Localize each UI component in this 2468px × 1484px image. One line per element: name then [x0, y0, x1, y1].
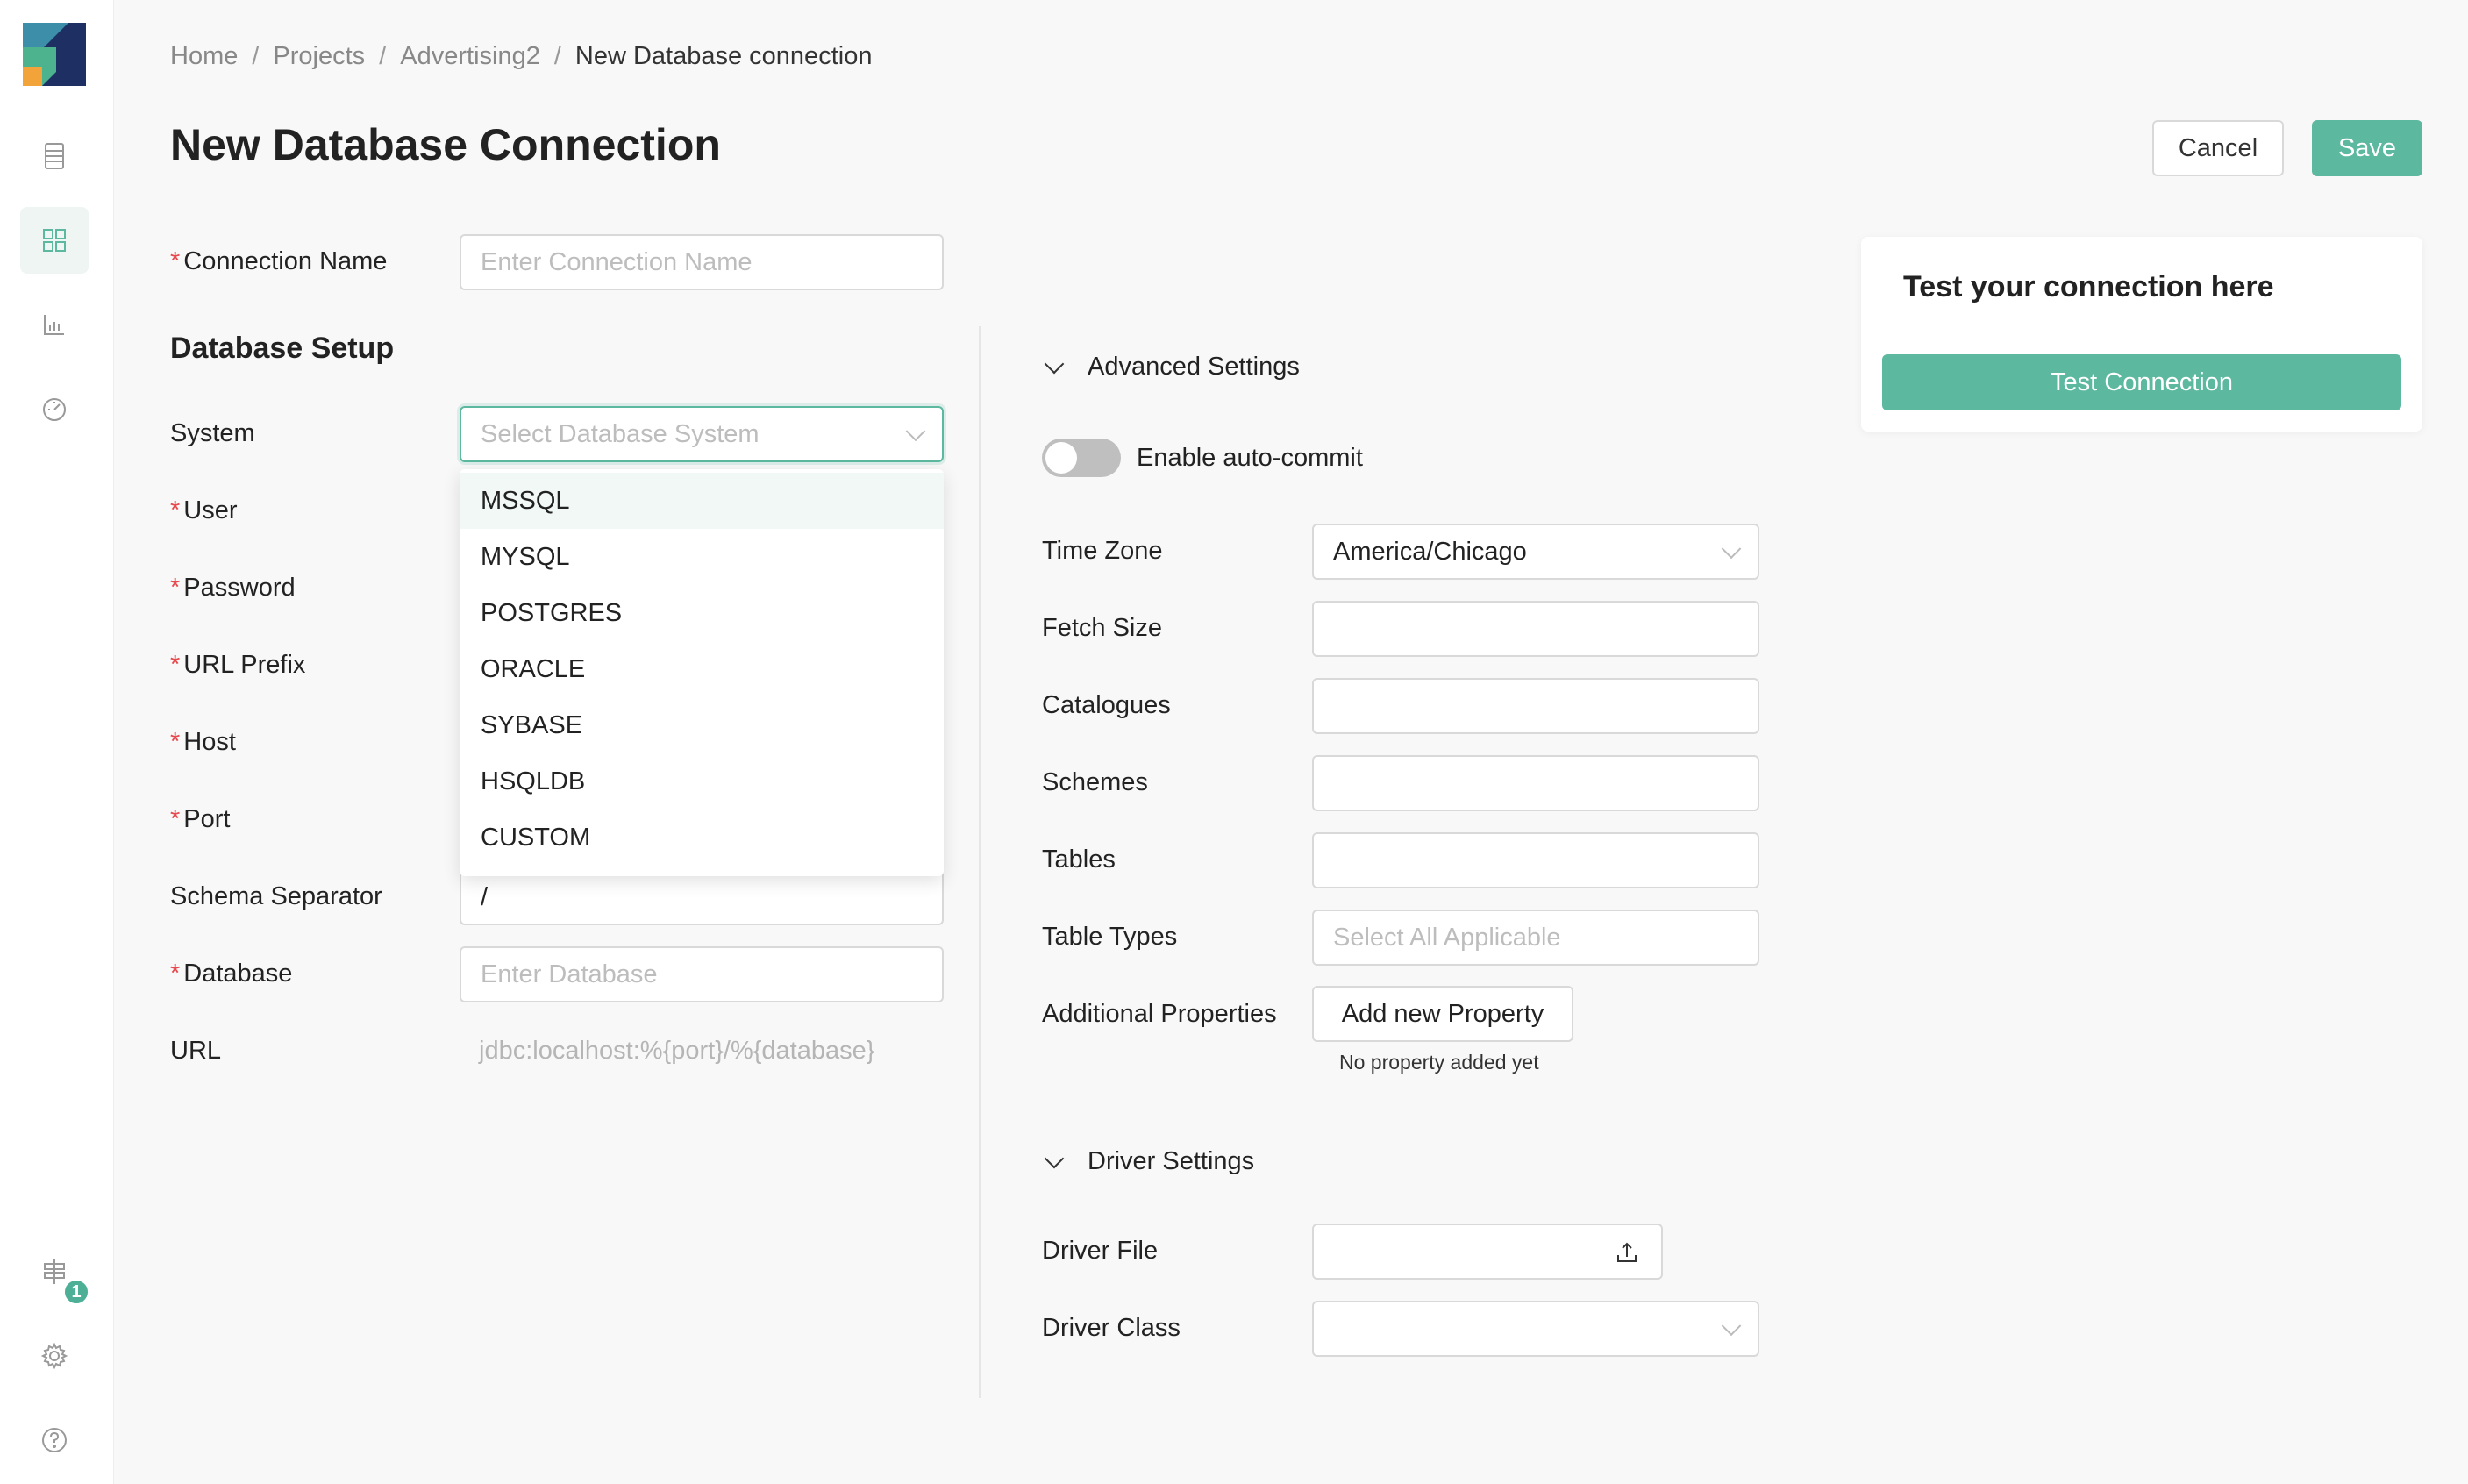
- chevron-down-icon: [1044, 1148, 1065, 1168]
- chevron-down-icon: [1721, 539, 1742, 560]
- cancel-button[interactable]: Cancel: [2152, 120, 2284, 176]
- system-option-mysql[interactable]: MYSQL: [460, 529, 944, 585]
- breadcrumb-home[interactable]: Home: [170, 42, 238, 71]
- table-types-label: Table Types: [1042, 923, 1178, 951]
- time-zone-select[interactable]: America/Chicago: [1312, 524, 1759, 580]
- url-value: jdbc:localhost:%{port}/%{database}: [479, 1037, 875, 1065]
- app-logo[interactable]: [23, 23, 86, 86]
- breadcrumb-separator: /: [379, 42, 387, 70]
- system-option-custom[interactable]: CUSTOM: [460, 810, 944, 866]
- settings-gear-icon[interactable]: [20, 1323, 89, 1389]
- system-label: System: [170, 419, 255, 447]
- driver-settings-title: Driver Settings: [1088, 1147, 1255, 1175]
- driver-class-select[interactable]: [1312, 1301, 1759, 1357]
- connection-name-label: * Connection Name: [170, 247, 388, 275]
- breadcrumb: Home / Projects / Advertising2 / New Dat…: [170, 42, 872, 71]
- nav-projects-icon[interactable]: [20, 207, 89, 274]
- fetch-size-label: Fetch Size: [1042, 614, 1162, 642]
- system-dropdown-menu: MSSQL MYSQL POSTGRES ORACLE SYBASE HSQLD…: [460, 469, 944, 876]
- system-select-placeholder: Select Database System: [481, 419, 760, 448]
- tables-label: Tables: [1042, 845, 1116, 874]
- add-property-button[interactable]: Add new Property: [1312, 986, 1573, 1042]
- switch-knob: [1045, 442, 1077, 474]
- chevron-down-icon: [1044, 353, 1065, 374]
- breadcrumb-current: New Database connection: [574, 42, 873, 70]
- auto-commit-switch[interactable]: [1042, 439, 1121, 477]
- nav-datasources-icon[interactable]: [20, 123, 89, 189]
- tables-input[interactable]: [1312, 832, 1759, 888]
- schema-separator-input[interactable]: /: [460, 869, 944, 925]
- chevron-down-icon: [1721, 1316, 1742, 1337]
- driver-file-label: Driver File: [1042, 1237, 1159, 1265]
- nav-dashboard-icon[interactable]: [20, 375, 89, 442]
- schemes-label: Schemes: [1042, 768, 1148, 796]
- table-types-select[interactable]: Select All Applicable: [1312, 910, 1759, 966]
- time-zone-label: Time Zone: [1042, 537, 1163, 565]
- url-label: URL: [170, 1037, 222, 1065]
- system-option-sybase[interactable]: SYBASE: [460, 697, 944, 753]
- driver-file-upload[interactable]: [1312, 1224, 1663, 1280]
- database-setup-title: Database Setup: [170, 332, 395, 365]
- upload-icon: [1617, 1242, 1637, 1262]
- time-zone-value: America/Chicago: [1333, 537, 1527, 566]
- nav-reports-icon[interactable]: [20, 291, 89, 358]
- sidebar: 1: [0, 0, 114, 1484]
- system-option-oracle[interactable]: ORACLE: [460, 641, 944, 697]
- additional-properties-label: Additional Properties: [1042, 1000, 1277, 1028]
- system-option-mssql[interactable]: MSSQL: [460, 473, 944, 529]
- advanced-settings-title: Advanced Settings: [1088, 353, 1300, 381]
- help-icon[interactable]: [20, 1407, 89, 1473]
- column-divider: [979, 326, 981, 1398]
- database-label: * Database: [170, 960, 293, 988]
- breadcrumb-project[interactable]: Advertising2: [400, 42, 540, 71]
- save-button[interactable]: Save: [2312, 120, 2422, 176]
- fetch-size-input[interactable]: [1312, 601, 1759, 657]
- user-label: * User: [170, 496, 238, 524]
- chevron-down-icon: [905, 421, 926, 442]
- driver-settings-toggle[interactable]: Driver Settings: [1042, 1147, 1254, 1176]
- driver-class-label: Driver Class: [1042, 1314, 1181, 1342]
- system-option-postgres[interactable]: POSTGRES: [460, 585, 944, 641]
- breadcrumb-separator: /: [252, 42, 260, 70]
- catalogues-input[interactable]: [1312, 678, 1759, 734]
- notification-badge: 1: [63, 1279, 89, 1305]
- catalogues-label: Catalogues: [1042, 691, 1171, 719]
- schemes-input[interactable]: [1312, 755, 1759, 811]
- host-label: * Host: [170, 728, 236, 756]
- no-property-note: No property added yet: [1339, 1051, 1539, 1074]
- test-connection-button[interactable]: Test Connection: [1882, 354, 2401, 410]
- system-option-hsqldb[interactable]: HSQLDB: [460, 753, 944, 810]
- url-prefix-label: * URL Prefix: [170, 651, 306, 679]
- advanced-settings-toggle[interactable]: Advanced Settings: [1042, 353, 1300, 382]
- password-label: * Password: [170, 574, 296, 602]
- system-select[interactable]: Select Database System: [460, 406, 944, 462]
- test-connection-card: Test your connection here Test Connectio…: [1861, 237, 2422, 432]
- schema-separator-label: Schema Separator: [170, 882, 382, 910]
- connection-name-input[interactable]: Enter Connection Name: [460, 234, 944, 290]
- database-input[interactable]: Enter Database: [460, 946, 944, 1002]
- auto-commit-label: Enable auto-commit: [1137, 444, 1363, 472]
- breadcrumb-separator: /: [553, 42, 561, 70]
- page-title: New Database Connection: [170, 120, 721, 169]
- breadcrumb-projects[interactable]: Projects: [273, 42, 365, 71]
- port-label: * Port: [170, 805, 231, 833]
- test-connection-title: Test your connection here: [1903, 270, 2274, 303]
